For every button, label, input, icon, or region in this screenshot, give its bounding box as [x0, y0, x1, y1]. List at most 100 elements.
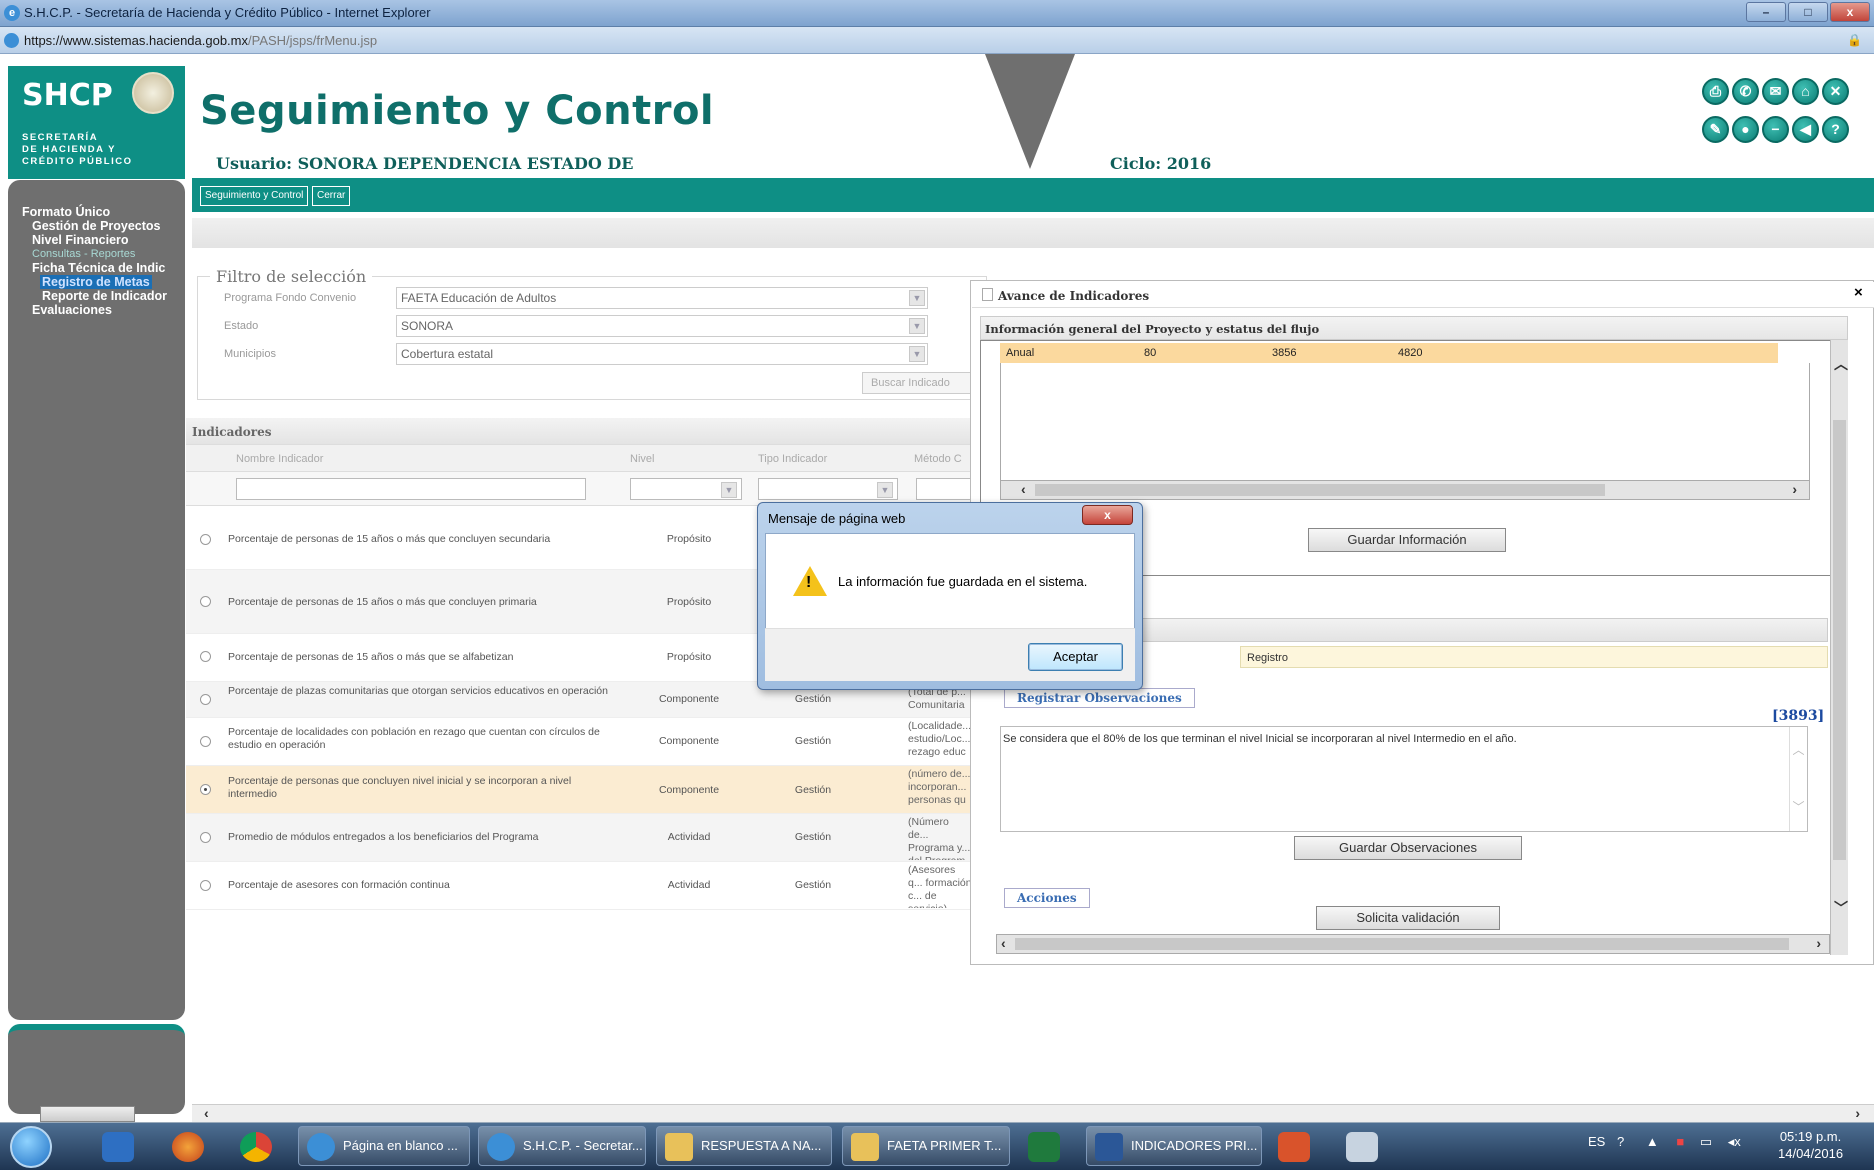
textarea-scrollbar[interactable]: ︿ ﹀ — [1789, 727, 1807, 831]
chevron-down-icon[interactable]: ▼ — [909, 346, 925, 362]
sidebar-item-reporte-indicador[interactable]: Reporte de Indicador — [42, 289, 167, 303]
edit-icon[interactable]: ✎ — [1702, 116, 1729, 143]
table-row-selected[interactable]: Porcentaje de personas que concluyen niv… — [186, 766, 986, 814]
taskbar-item-faeta[interactable]: FAETA PRIMER T... — [842, 1126, 1010, 1166]
taskbar-item-indicadores[interactable]: INDICADORES PRI... — [1086, 1126, 1262, 1166]
excel-icon[interactable] — [1028, 1132, 1060, 1162]
dialog-close-button[interactable]: x — [1082, 505, 1133, 525]
lock-icon[interactable]: 🔒 — [1847, 33, 1862, 47]
taskbar-item-shcp[interactable]: S.H.C.P. - Secretar... — [478, 1126, 646, 1166]
mail-icon[interactable]: ✉ — [1762, 78, 1789, 105]
col-nombre[interactable]: Nombre Indicador — [236, 453, 323, 465]
sidebar-scrollbar[interactable] — [40, 1106, 135, 1122]
tipo-filter-select[interactable]: ▼ — [758, 478, 898, 500]
phone-icon[interactable]: ✆ — [1732, 78, 1759, 105]
row-radio[interactable] — [200, 880, 211, 891]
row-radio[interactable] — [200, 534, 211, 545]
firefox-icon[interactable] — [172, 1132, 204, 1162]
avance-vscrollbar[interactable]: ︿ ﹀ — [1830, 340, 1848, 955]
anual-row[interactable]: Anual 80 3856 4820 — [1000, 343, 1778, 363]
scroll-right-icon[interactable]: › — [1792, 481, 1797, 497]
sidebar-item-consultas[interactable]: Consultas - Reportes — [32, 248, 135, 260]
start-button[interactable] — [10, 1126, 52, 1168]
network-icon[interactable]: ▭ — [1700, 1134, 1712, 1149]
observaciones-textarea[interactable]: Se considera que el 80% de los que termi… — [1000, 726, 1808, 832]
scroll-thumb[interactable] — [1833, 420, 1846, 860]
registro-row[interactable]: Registro — [1240, 646, 1828, 668]
shcp-logo[interactable]: SHCP SECRETARÍA DE HACIENDA Y CRÉDITO PÚ… — [8, 66, 185, 179]
expand-tray-icon[interactable]: ▲ — [1646, 1134, 1659, 1149]
row-radio[interactable] — [200, 736, 211, 747]
scroll-down-icon[interactable]: ﹀ — [1834, 898, 1848, 918]
language-indicator[interactable]: ES — [1588, 1134, 1605, 1149]
row-radio[interactable] — [200, 832, 211, 843]
buscar-indicador-button[interactable]: Buscar Indicado — [862, 372, 974, 394]
page-hscrollbar[interactable]: ‹ › — [192, 1104, 1874, 1122]
scroll-thumb[interactable] — [1015, 938, 1789, 950]
sidebar-item-gestion-proyectos[interactable]: Gestión de Proyectos — [32, 219, 161, 233]
sidebar-item-formato-unico[interactable]: Formato Único — [22, 205, 110, 219]
scroll-left-icon[interactable]: ‹ — [204, 1105, 209, 1121]
info-hscrollbar[interactable]: ‹ › — [1000, 480, 1810, 500]
sidebar-item-ficha-tecnica[interactable]: Ficha Técnica de Indic — [32, 261, 165, 275]
tab-seguimiento[interactable]: Seguimiento y Control — [200, 186, 309, 206]
close-icon[interactable]: ✕ — [1822, 78, 1849, 105]
col-metodo[interactable]: Método C — [914, 453, 962, 465]
clock[interactable]: 05:19 p.m. 14/04/2016 — [1778, 1128, 1843, 1162]
eye-icon[interactable]: ● — [1732, 116, 1759, 143]
table-row[interactable]: Porcentaje de asesores con formación con… — [186, 862, 986, 910]
solicita-validacion-button[interactable]: Solicita validación — [1316, 906, 1500, 930]
address-bar[interactable]: https://www.sistemas.hacienda.gob.mx/PAS… — [0, 27, 1874, 54]
chevron-down-icon[interactable]: ▼ — [877, 482, 893, 498]
estado-select[interactable]: SONORA ▼ — [396, 315, 928, 337]
chrome-icon[interactable] — [240, 1132, 272, 1162]
table-row[interactable]: Promedio de módulos entregados a los ben… — [186, 814, 986, 862]
nivel-filter-select[interactable]: ▼ — [630, 478, 742, 500]
municipios-select[interactable]: Cobertura estatal ▼ — [396, 343, 928, 365]
volume-icon[interactable]: ◂x — [1728, 1134, 1741, 1149]
maximize-button[interactable]: □ — [1788, 2, 1828, 22]
media-player-icon[interactable] — [102, 1132, 134, 1162]
avance-hscrollbar[interactable]: ‹ › — [996, 934, 1830, 954]
aceptar-button[interactable]: Aceptar — [1028, 643, 1123, 671]
minimize-button[interactable]: – — [1746, 2, 1786, 22]
col-tipo[interactable]: Tipo Indicador — [758, 453, 827, 465]
scroll-right-icon[interactable]: › — [1816, 935, 1821, 951]
nombre-filter-input[interactable] — [236, 478, 586, 500]
sidebar-item-registro-metas[interactable]: Registro de Metas — [40, 275, 152, 289]
home-icon[interactable]: ⌂ — [1792, 78, 1819, 105]
table-row[interactable]: Porcentaje de localidades con población … — [186, 718, 986, 766]
url-text[interactable]: https://www.sistemas.hacienda.gob.mx/PAS… — [24, 33, 377, 48]
guardar-informacion-button[interactable]: Guardar Información — [1308, 528, 1506, 552]
avance-close-button[interactable]: × — [1854, 284, 1863, 301]
calculator-icon[interactable] — [1346, 1132, 1378, 1162]
taskbar-item-respuesta[interactable]: RESPUESTA A NA... — [656, 1126, 832, 1166]
help-tray-icon[interactable]: ? — [1617, 1134, 1624, 1149]
sidebar-item-nivel-financiero[interactable]: Nivel Financiero — [32, 233, 129, 247]
scroll-up-icon[interactable]: ︿ — [1834, 354, 1848, 374]
chevron-down-icon[interactable]: ▼ — [909, 290, 925, 306]
acrobat-tray-icon[interactable]: ■ — [1676, 1134, 1684, 1149]
chevron-down-icon[interactable]: ▼ — [721, 482, 737, 498]
guardar-observaciones-button[interactable]: Guardar Observaciones — [1294, 836, 1522, 860]
row-radio[interactable] — [200, 596, 211, 607]
app-icon[interactable] — [1278, 1132, 1310, 1162]
close-window-button[interactable]: x — [1830, 2, 1870, 22]
row-radio-selected[interactable] — [200, 784, 211, 795]
metodo-filter-input[interactable] — [916, 478, 976, 500]
help-icon[interactable]: ? — [1822, 116, 1849, 143]
scroll-left-icon[interactable]: ‹ — [1021, 481, 1026, 497]
chevron-down-icon[interactable]: ▼ — [909, 318, 925, 334]
taskbar-item-pagina-blanco[interactable]: Página en blanco ... — [298, 1126, 470, 1166]
col-nivel[interactable]: Nivel — [630, 453, 654, 465]
scroll-left-icon[interactable]: ‹ — [1001, 935, 1006, 951]
programa-select[interactable]: FAETA Educación de Adultos ▼ — [396, 287, 928, 309]
scroll-thumb[interactable] — [1035, 484, 1605, 496]
row-radio[interactable] — [200, 694, 211, 705]
sidebar-item-evaluaciones[interactable]: Evaluaciones — [32, 303, 112, 317]
row-radio[interactable] — [200, 651, 211, 662]
tab-cerrar[interactable]: Cerrar — [312, 186, 351, 206]
scroll-right-icon[interactable]: › — [1855, 1105, 1860, 1121]
print-icon[interactable]: ⎙ — [1702, 78, 1729, 105]
back-icon[interactable]: ◀ — [1792, 116, 1819, 143]
